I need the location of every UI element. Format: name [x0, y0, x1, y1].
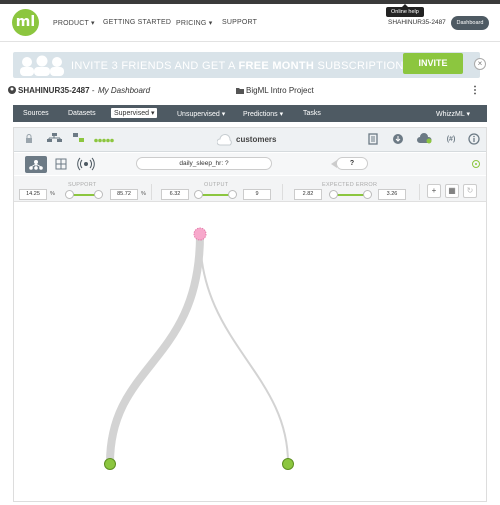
filter-divider — [282, 184, 283, 200]
output-min-input[interactable]: 6.32 — [161, 189, 189, 200]
top-navigation: ml PRODUCT ▾ GETTING STARTED PRICING ▾ S… — [0, 4, 500, 42]
project-name[interactable]: BigML Intro Project — [246, 86, 314, 95]
output-max-handle[interactable] — [228, 190, 237, 199]
nav-support[interactable]: SUPPORT — [222, 19, 257, 26]
lock-icon[interactable] — [22, 133, 36, 147]
breadcrumb: SHAHINUR35-2487 - My Dashboard BigML Int… — [0, 82, 500, 100]
dataset-icon[interactable] — [72, 133, 86, 147]
model-toolbar: customers (#) — [14, 128, 486, 152]
output-min-handle[interactable] — [194, 190, 203, 199]
reset-icon[interactable]: ↻ — [463, 184, 477, 198]
breadcrumb-dashboard[interactable]: My Dashboard — [98, 86, 150, 95]
expected-error-max-handle[interactable] — [363, 190, 372, 199]
sunburst-view-button[interactable] — [50, 156, 72, 173]
main-menu: Sources Datasets Supervised ▾ Unsupervis… — [13, 105, 487, 122]
filter-divider — [419, 184, 420, 200]
decision-tree-canvas — [104, 227, 294, 470]
output-max-input[interactable]: 9 — [243, 189, 271, 200]
menu-predictions[interactable]: Predictions ▾ — [243, 110, 283, 118]
expected-error-label: EXPECTED ERROR — [322, 182, 378, 188]
support-min-unit: % — [50, 191, 55, 197]
menu-tasks[interactable]: Tasks — [303, 110, 321, 117]
report-icon[interactable] — [366, 133, 380, 147]
cloud-icon — [217, 133, 232, 146]
download-icon[interactable] — [391, 133, 405, 147]
expected-error-min-input[interactable]: 2.82 — [294, 189, 322, 200]
menu-supervised[interactable]: Supervised ▾ — [111, 108, 158, 118]
root-node[interactable] — [193, 227, 207, 241]
close-icon[interactable]: × — [474, 58, 486, 70]
cloud-action-icon[interactable] — [416, 133, 434, 147]
support-max-input[interactable]: 85.72 — [110, 189, 138, 200]
expand-tree-icon[interactable]: + — [427, 184, 441, 198]
folder-icon — [236, 88, 244, 94]
model-name[interactable]: customers — [236, 135, 276, 144]
nav-getting-started[interactable]: GETTING STARTED — [103, 19, 171, 26]
signal-view-button[interactable] — [75, 156, 97, 173]
filter-divider — [151, 184, 152, 200]
nav-pricing[interactable]: PRICING ▾ — [176, 19, 212, 27]
menu-whizzml[interactable]: WhizzML ▾ — [436, 110, 470, 118]
support-min-handle[interactable] — [65, 190, 74, 199]
tree-branch-right — [199, 234, 289, 464]
menu-unsupervised[interactable]: Unsupervised ▾ — [177, 110, 225, 118]
support-min-input[interactable]: 14.25 — [19, 189, 47, 200]
invite-button[interactable]: INVITE — [403, 53, 463, 74]
leaf-node-right[interactable] — [282, 458, 294, 470]
support-label: SUPPORT — [68, 182, 97, 188]
tree-icon[interactable] — [46, 133, 64, 147]
collapse-tree-icon[interactable]: ▦ — [445, 184, 459, 198]
tree-view-button[interactable] — [25, 156, 47, 173]
support-max-handle[interactable] — [94, 190, 103, 199]
menu-sources[interactable]: Sources — [23, 110, 49, 117]
info-icon[interactable] — [467, 133, 481, 147]
username[interactable]: SHAHINUR35-2487 — [388, 19, 446, 26]
nav-product[interactable]: PRODUCT ▾ — [53, 19, 95, 27]
progress-dots-icon — [94, 138, 114, 143]
prediction-value-button[interactable]: ? — [331, 157, 368, 170]
dashboard-button[interactable]: Dashboard — [451, 16, 489, 30]
menu-datasets[interactable]: Datasets — [68, 110, 96, 117]
breadcrumb-user[interactable]: SHAHINUR35-2487 - — [18, 86, 94, 95]
grid-view-icon — [55, 158, 67, 170]
leaf-node-left[interactable] — [104, 458, 116, 470]
people-icon — [20, 55, 64, 76]
target-icon[interactable] — [472, 160, 480, 168]
view-controls: daily_sleep_hr: ? ? — [14, 153, 486, 175]
bigml-logo[interactable]: ml — [12, 9, 39, 36]
prediction-path-field[interactable]: daily_sleep_hr: ? — [136, 157, 272, 170]
model-panel: customers (#) daily_sleep_hr: ? ? SUPPOR… — [13, 127, 487, 502]
more-menu-icon[interactable]: ⋮ — [470, 85, 480, 96]
code-icon[interactable]: (#) — [442, 133, 460, 147]
tree-view-icon — [29, 160, 43, 170]
filter-bar: SUPPORT 14.25 % 85.72 % OUTPUT 6.32 9 EX… — [14, 176, 486, 202]
expected-error-max-input[interactable]: 3.26 — [378, 189, 406, 200]
user-icon — [8, 86, 16, 94]
tree-branch-left — [106, 231, 204, 467]
output-label: OUTPUT — [204, 182, 229, 188]
signal-icon — [77, 157, 95, 171]
online-help-tooltip: Online help — [386, 4, 424, 17]
banner-text: INVITE 3 FRIENDS AND GET A FREE MONTH SU… — [71, 60, 404, 72]
expected-error-min-handle[interactable] — [329, 190, 338, 199]
support-max-unit: % — [141, 191, 146, 197]
